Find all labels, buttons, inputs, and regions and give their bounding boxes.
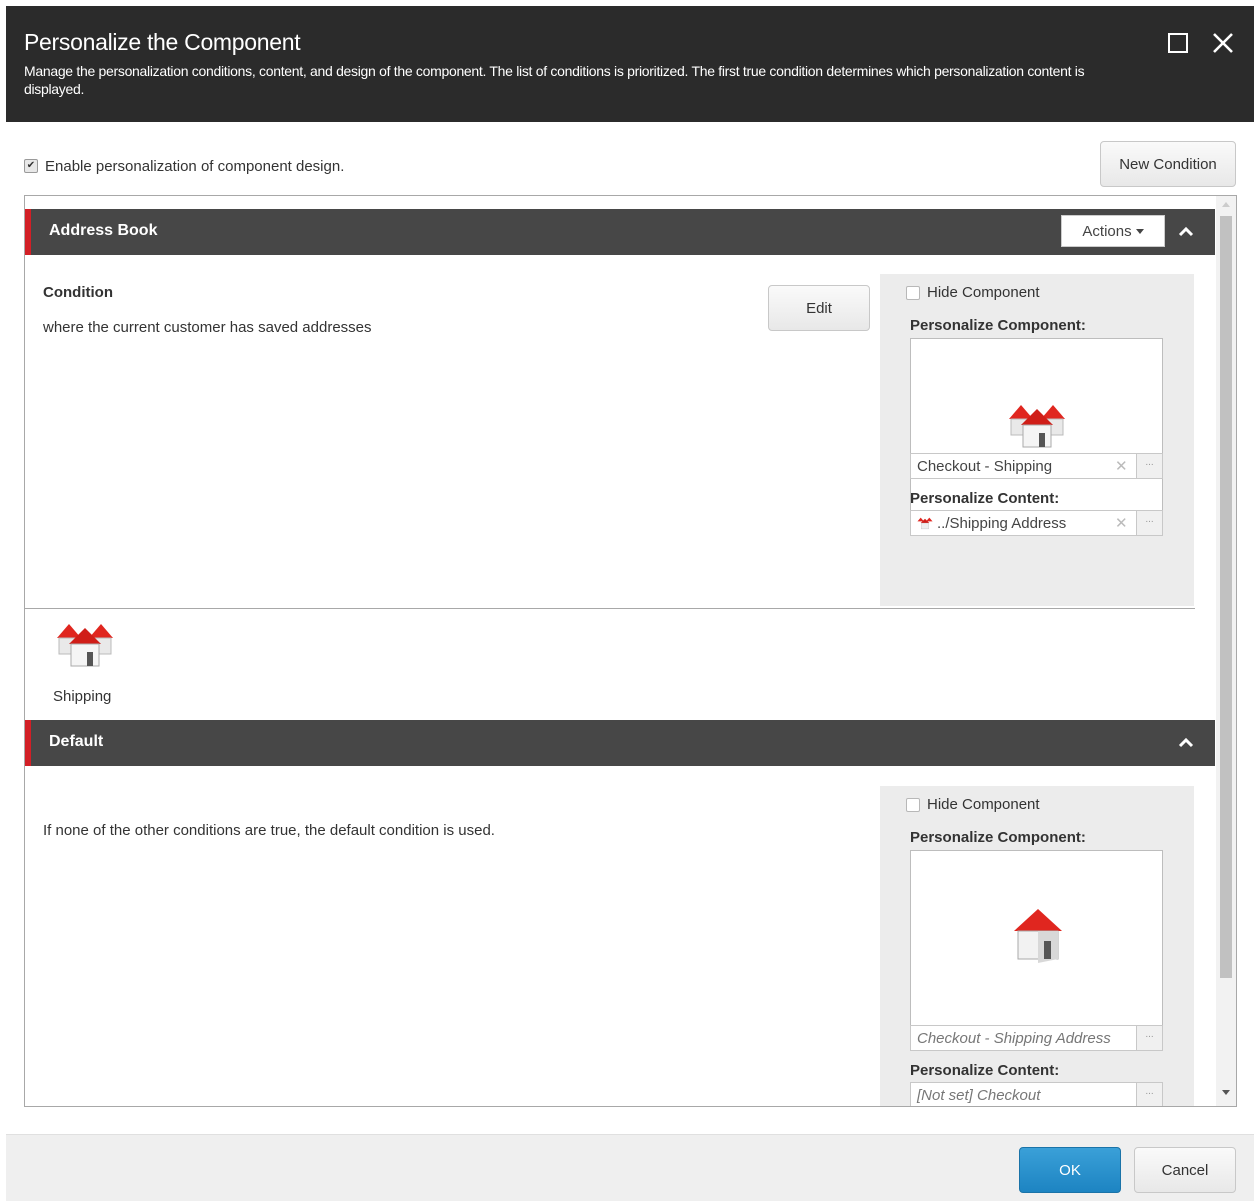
houses-icon: [917, 517, 933, 530]
hide-component-label: Hide Component: [927, 284, 1040, 301]
personalize-content-label: Personalize Content:: [910, 490, 1060, 507]
condition-heading: Condition: [43, 284, 113, 301]
hide-component-row[interactable]: Hide Component: [906, 284, 1040, 301]
section-header-default[interactable]: Default: [25, 720, 1215, 766]
dialog-title: Personalize the Component: [24, 29, 301, 55]
caret-down-icon: [1135, 228, 1144, 234]
browse-button[interactable]: ...: [1136, 1083, 1162, 1106]
chevron-up-icon[interactable]: [1177, 223, 1195, 241]
hide-component-checkbox[interactable]: [906, 797, 920, 812]
component-preview: [910, 850, 1163, 1026]
enable-personalization-label: Enable personalization of component desi…: [45, 157, 345, 175]
chevron-up-icon[interactable]: [1177, 734, 1195, 752]
hide-component-checkbox[interactable]: [906, 285, 920, 300]
component-field[interactable]: Checkout - Shipping Address ...: [910, 1025, 1163, 1051]
section-title: Address Book: [49, 222, 158, 239]
component-value: Checkout - Shipping Address: [917, 1030, 1111, 1047]
content-field[interactable]: [Not set] Checkout ...: [910, 1082, 1163, 1106]
enable-personalization-row[interactable]: Enable personalization of component desi…: [24, 156, 344, 176]
dialog-footer: OK Cancel: [6, 1134, 1254, 1201]
scrollbar-thumb[interactable]: [1220, 216, 1232, 978]
dialog-description: Manage the personalization conditions, c…: [24, 63, 1085, 97]
component-value: Checkout - Shipping: [917, 458, 1053, 475]
cancel-button[interactable]: Cancel: [1134, 1147, 1236, 1193]
scroll-up-icon[interactable]: [1222, 202, 1230, 207]
content-value: [Not set] Checkout: [917, 1087, 1041, 1104]
close-icon[interactable]: [1210, 30, 1236, 56]
houses-icon: [57, 624, 113, 667]
maximize-icon[interactable]: [1168, 33, 1188, 53]
clear-icon[interactable]: ✕: [1115, 514, 1128, 532]
houses-icon: [1009, 405, 1065, 448]
component-field[interactable]: Checkout - Shipping ✕ ...: [910, 453, 1163, 479]
personalize-component-label: Personalize Component:: [910, 317, 1086, 334]
hide-component-label: Hide Component: [927, 796, 1040, 813]
variant-label: Shipping: [53, 688, 112, 705]
browse-button[interactable]: ...: [1136, 511, 1162, 535]
house-icon: [1014, 909, 1062, 963]
ok-button[interactable]: OK: [1019, 1147, 1121, 1193]
conditions-panel: Address Book Actions Condition where the…: [24, 195, 1237, 1107]
hide-component-row[interactable]: Hide Component: [906, 796, 1040, 813]
edit-condition-button[interactable]: Edit: [768, 285, 870, 331]
personalize-dialog: Personalize the Component Manage the per…: [6, 6, 1254, 1201]
dialog-titlebar: Personalize the Component Manage the per…: [6, 6, 1254, 122]
browse-button[interactable]: ...: [1136, 454, 1162, 478]
scroll-down-icon[interactable]: [1222, 1090, 1230, 1095]
actions-label: Actions: [1082, 222, 1132, 240]
condition-text: where the current customer has saved add…: [43, 319, 372, 336]
personalize-component-label: Personalize Component:: [910, 829, 1086, 846]
content-field[interactable]: ../Shipping Address ✕ ...: [910, 510, 1163, 536]
enable-personalization-checkbox[interactable]: [24, 159, 38, 173]
new-condition-button[interactable]: New Condition: [1100, 141, 1236, 187]
content-value: ../Shipping Address: [937, 515, 1067, 532]
component-preview: [910, 338, 1163, 514]
section-header-address-book[interactable]: Address Book Actions: [25, 209, 1215, 255]
personalization-side-panel: Hide Component Personalize Component: Ch…: [880, 786, 1194, 1106]
section-title: Default: [49, 733, 104, 750]
personalize-content-label: Personalize Content:: [910, 1062, 1060, 1079]
clear-icon[interactable]: ✕: [1115, 457, 1128, 475]
actions-dropdown[interactable]: Actions: [1061, 215, 1165, 247]
condition-text: If none of the other conditions are true…: [43, 822, 495, 839]
personalization-side-panel: Hide Component Personalize Component: Ch…: [880, 274, 1194, 606]
vertical-scrollbar[interactable]: [1216, 196, 1236, 1106]
browse-button[interactable]: ...: [1136, 1026, 1162, 1050]
section-divider: [25, 608, 1195, 609]
